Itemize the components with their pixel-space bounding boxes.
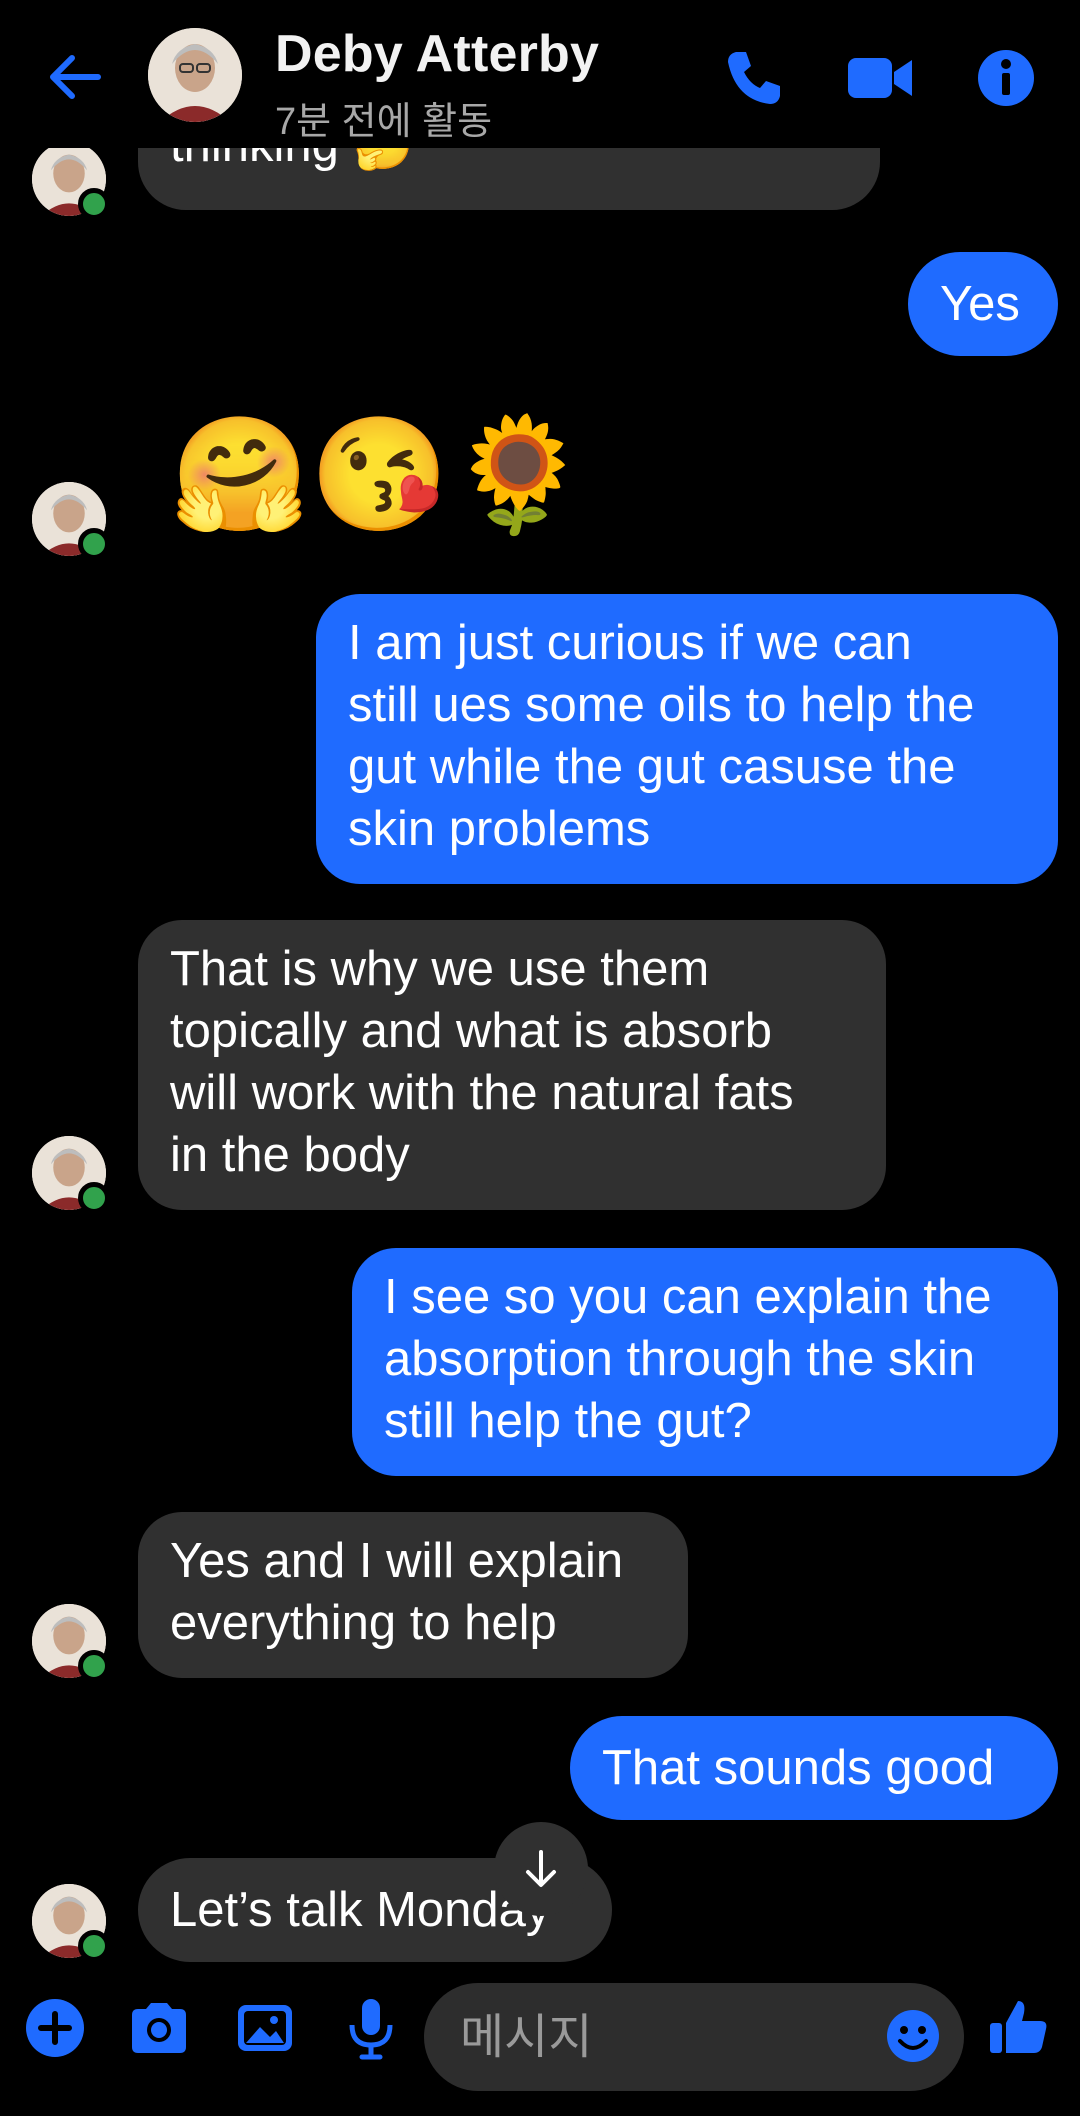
message-list[interactable]: thinking 🤔 Yes 🤗😘🌻 I am just curious if …	[0, 148, 1080, 1963]
scroll-down-arrow-icon	[526, 1850, 556, 1887]
incoming-message[interactable]: thinking 🤔	[138, 148, 880, 210]
outgoing-message[interactable]: I see so you can explain the absorption …	[352, 1248, 1058, 1476]
emoji-message[interactable]: 🤗😘🌻	[170, 410, 588, 540]
online-indicator	[78, 1182, 110, 1214]
thumbs-up-icon[interactable]	[984, 1993, 1054, 2063]
emoji-icon[interactable]	[882, 2005, 944, 2067]
sender-avatar[interactable]	[32, 482, 110, 560]
phone-icon[interactable]	[716, 40, 792, 116]
camera-icon[interactable]	[124, 1993, 194, 2063]
sender-avatar[interactable]	[32, 1604, 110, 1682]
back-arrow-icon[interactable]	[40, 42, 110, 112]
online-indicator	[78, 1930, 110, 1962]
plus-icon[interactable]	[20, 1993, 90, 2063]
online-indicator	[78, 1650, 110, 1682]
chat-header: Deby Atterby 7분 전에 활동	[0, 0, 1080, 148]
message-input[interactable]	[458, 2008, 842, 2066]
gallery-icon[interactable]	[230, 1993, 300, 2063]
message-input-field[interactable]	[424, 1983, 964, 2091]
outgoing-message[interactable]: Yes	[908, 252, 1058, 356]
outgoing-message[interactable]: That sounds good	[570, 1716, 1058, 1820]
incoming-message[interactable]: Yes and I will explain everything to hel…	[138, 1512, 688, 1678]
sender-avatar[interactable]	[32, 1136, 110, 1214]
video-camera-icon[interactable]	[842, 40, 918, 116]
active-status: 7분 전에 활동	[275, 101, 493, 143]
info-icon[interactable]	[968, 40, 1044, 116]
contact-name[interactable]: Deby Atterby	[275, 24, 599, 84]
contact-avatar[interactable]	[148, 28, 242, 122]
online-indicator	[78, 528, 110, 560]
microphone-icon[interactable]	[336, 1993, 406, 2063]
scroll-to-bottom-button[interactable]	[494, 1822, 588, 1916]
sender-avatar[interactable]	[32, 148, 110, 220]
online-indicator	[78, 188, 110, 220]
incoming-message[interactable]: That is why we use them topically and wh…	[138, 920, 886, 1210]
outgoing-message[interactable]: I am just curious if we can still ues so…	[316, 594, 1058, 884]
sender-avatar[interactable]	[32, 1884, 110, 1962]
message-composer	[0, 1963, 1080, 2116]
